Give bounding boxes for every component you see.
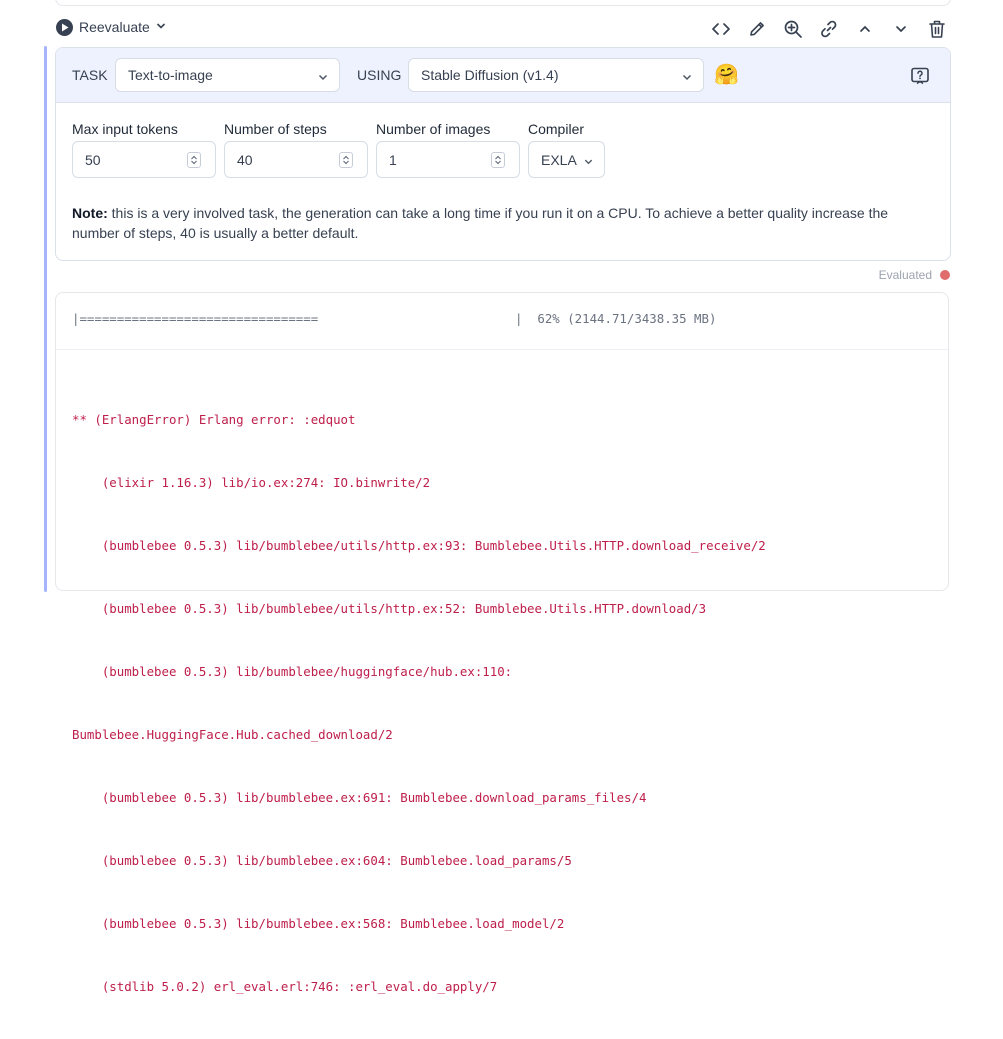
note-prefix: Note: — [72, 205, 108, 221]
task-select[interactable]: Text-to-image — [115, 58, 340, 92]
compiler-value: EXLA — [541, 151, 577, 168]
task-bar: TASK Text-to-image USING Stable Diffusio… — [56, 48, 950, 103]
steps-label: Number of steps — [224, 121, 327, 137]
hugging-face-emoji: 🤗 — [714, 64, 739, 86]
chevron-down-icon — [317, 70, 329, 86]
stepper-icon[interactable] — [187, 152, 201, 168]
output-divider — [56, 349, 948, 350]
model-select-value: Stable Diffusion (v1.4) — [421, 67, 559, 83]
previous-cell-frame — [55, 0, 951, 6]
download-progress-stats: | 62% (2144.71/3438.35 MB) — [515, 311, 717, 326]
download-progress-bar: |================================ — [72, 311, 319, 326]
steps-value: 40 — [237, 151, 253, 168]
link-icon[interactable] — [816, 16, 842, 42]
steps-input[interactable]: 40 — [224, 141, 368, 178]
chevron-down-icon — [681, 70, 693, 86]
error-line: (bumblebee 0.5.3) lib/bumblebee.ex:568: … — [72, 916, 565, 931]
cell-toolbar — [708, 16, 950, 42]
compiler-select[interactable]: EXLA — [528, 141, 605, 178]
images-value: 1 — [389, 151, 397, 168]
pencil-icon[interactable] — [744, 16, 770, 42]
images-label: Number of images — [376, 121, 491, 137]
cell-focus-bar — [44, 46, 47, 592]
task-label: TASK — [72, 67, 108, 83]
note-body: this is a very involved task, the genera… — [72, 205, 889, 241]
images-input[interactable]: 1 — [376, 141, 520, 178]
reevaluate-label: Reevaluate — [79, 19, 150, 35]
reevaluate-button[interactable]: Reevaluate — [56, 18, 166, 36]
status-label: Evaluated — [878, 268, 932, 282]
chevron-up-icon[interactable] — [852, 16, 878, 42]
smart-cell-panel: TASK Text-to-image USING Stable Diffusio… — [55, 47, 951, 261]
max-tokens-value: 50 — [85, 151, 101, 168]
model-select[interactable]: Stable Diffusion (v1.4) — [408, 58, 704, 92]
error-line: (elixir 1.16.3) lib/io.ex:274: IO.binwri… — [72, 475, 431, 490]
error-line: Bumblebee.HuggingFace.Hub.cached_downloa… — [72, 727, 393, 742]
chevron-down-icon[interactable] — [888, 16, 914, 42]
error-line: (bumblebee 0.5.3) lib/bumblebee.ex:604: … — [72, 853, 572, 868]
error-line: (bumblebee 0.5.3) lib/bumblebee.ex:691: … — [72, 790, 647, 805]
chevron-down-icon — [156, 18, 166, 36]
error-line: (bumblebee 0.5.3) lib/bumblebee/huggingf… — [72, 664, 513, 679]
compiler-label: Compiler — [528, 121, 585, 137]
error-line: ** (ErlangError) Erlang error: :edquot — [72, 412, 356, 427]
task-select-value: Text-to-image — [128, 67, 213, 83]
cell-header: Reevaluate — [56, 16, 950, 42]
using-label: USING — [357, 67, 402, 83]
play-icon — [56, 18, 73, 36]
stepper-icon[interactable] — [339, 152, 353, 168]
max-tokens-label: Max input tokens — [72, 121, 178, 137]
stepper-icon[interactable] — [491, 152, 505, 168]
max-tokens-input[interactable]: 50 — [72, 141, 216, 178]
status-dot — [940, 270, 950, 280]
zoom-in-icon[interactable] — [780, 16, 806, 42]
code-icon[interactable] — [708, 16, 734, 42]
error-line: (bumblebee 0.5.3) lib/bumblebee/utils/ht… — [72, 601, 707, 616]
chevron-down-icon — [583, 154, 594, 170]
error-line: (stdlib 5.0.2) erl_eval.erl:746: :erl_ev… — [72, 979, 498, 994]
help-icon[interactable] — [910, 66, 930, 91]
error-output: ** (ErlangError) Erlang error: :edquot (… — [72, 367, 766, 1039]
error-line: (bumblebee 0.5.3) lib/bumblebee/utils/ht… — [72, 538, 766, 553]
cell-output: |================================ | 62% … — [55, 292, 949, 994]
trash-icon[interactable] — [924, 16, 950, 42]
evaluation-status: Evaluated — [879, 268, 950, 282]
note-text: Note: this is a very involved task, the … — [72, 203, 932, 243]
